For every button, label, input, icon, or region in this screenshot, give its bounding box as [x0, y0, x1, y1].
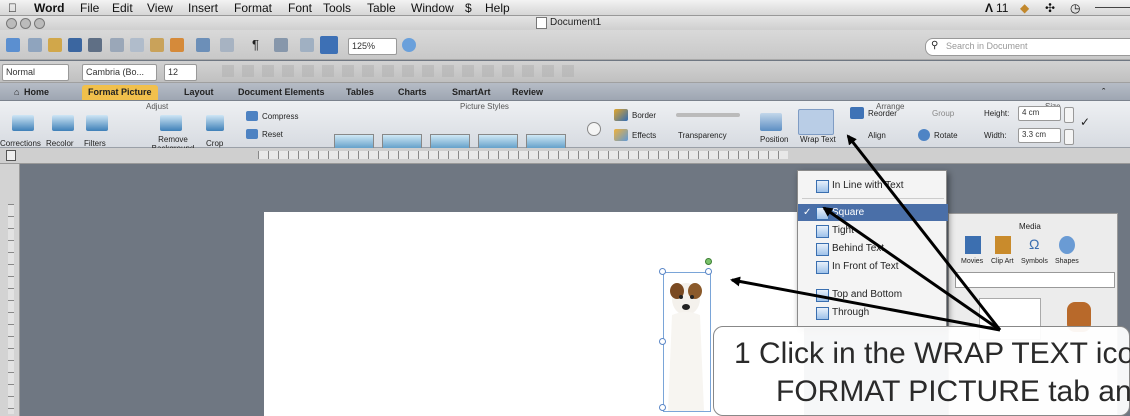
arrow-to-picture [730, 276, 1001, 332]
arrow-to-square-option [822, 206, 1001, 332]
arrow-to-wrap-text [846, 134, 1002, 331]
callout-arrows [730, 134, 1002, 332]
